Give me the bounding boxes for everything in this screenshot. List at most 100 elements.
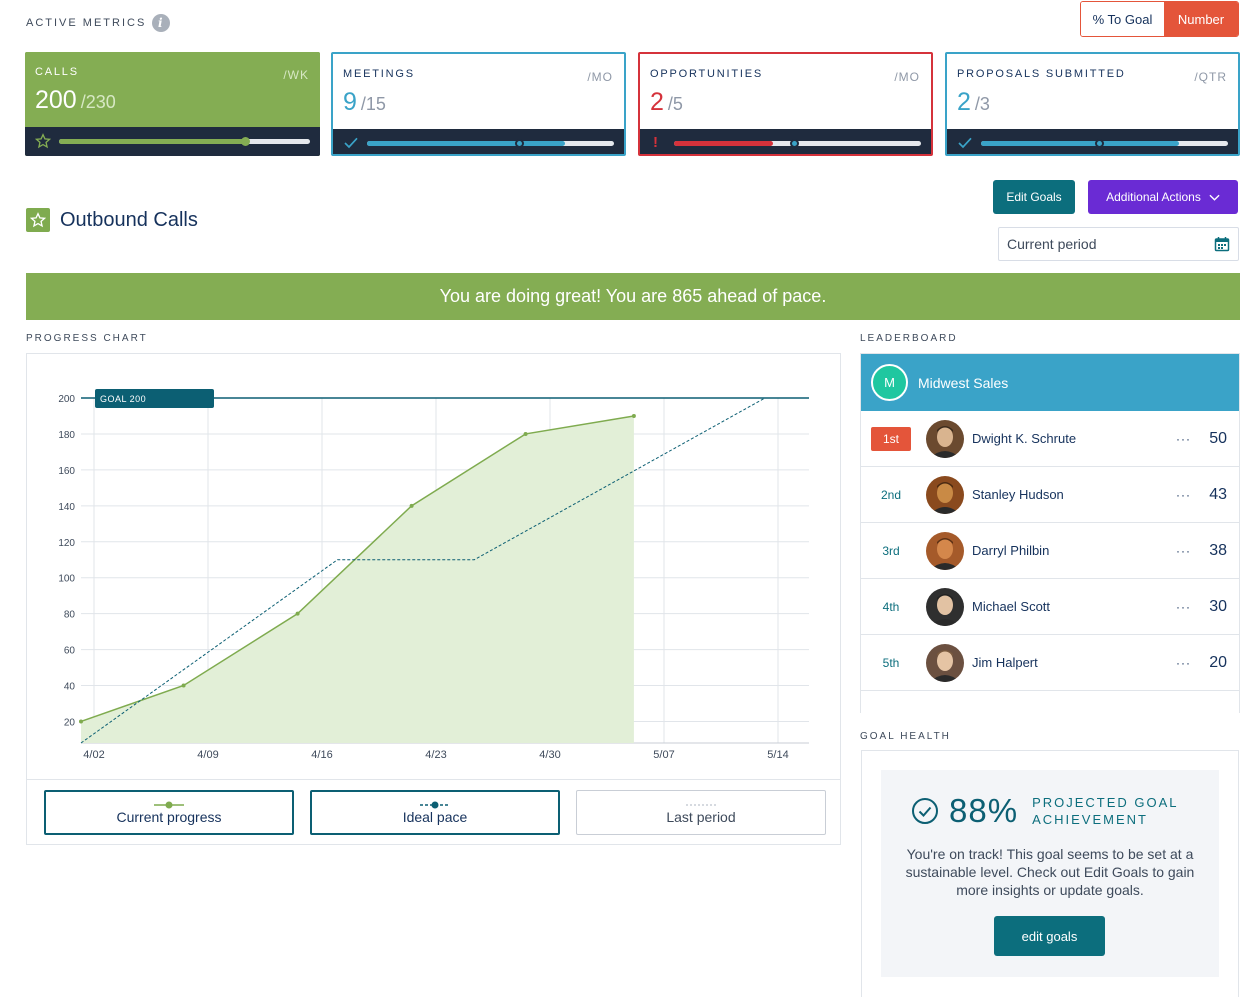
legend-current-progress[interactable]: Current progress [44, 790, 294, 835]
team-avatar: M [871, 364, 908, 401]
metric-unit: /WK [283, 68, 309, 82]
progress-fill [981, 141, 1179, 146]
metric-label: PROPOSALS SUBMITTED [957, 68, 1126, 80]
member-name[interactable]: Dwight K. Schrute [972, 431, 1176, 446]
leaderboard-label: LEADERBOARD [860, 333, 958, 344]
member-score: 30 [1209, 597, 1227, 615]
metric-goal: /3 [974, 94, 990, 114]
legend-solid-marker [154, 801, 184, 808]
legend-label: Last period [666, 808, 736, 825]
progress-knob [240, 137, 250, 146]
check-icon [344, 137, 358, 149]
leaderboard-row[interactable]: 1st Dwight K. Schrute ··· 50 [861, 411, 1239, 467]
member-name[interactable]: Stanley Hudson [972, 487, 1176, 502]
more-options-icon[interactable]: ··· [1176, 432, 1191, 446]
legend-dotted-marker [686, 803, 716, 806]
metric-card-opportunities[interactable]: OPPORTUNITIES /MO 2 /5 ! [638, 52, 933, 156]
rank-badge: 1st [871, 426, 911, 451]
progress-chart: 20 40 60 80 100 120 140 160 180 200 4/02 4/09 4/16 4/… [26, 353, 841, 845]
avatar [926, 531, 964, 570]
edit-goals-link-button[interactable]: edit goals [994, 916, 1105, 956]
rank-badge: 4th [882, 599, 900, 614]
alert-icon: ! [653, 134, 658, 151]
leaderboard-row[interactable]: 5th Jim Halpert ··· 20 [861, 635, 1239, 691]
member-score: 20 [1209, 653, 1227, 671]
caption-line-2: ACHIEVEMENT [1032, 812, 1148, 827]
projected-caption: PROJECTED GOAL ACHIEVEMENT [1032, 794, 1178, 828]
progress-area [81, 415, 634, 743]
display-mode-toggle: % To Goal Number [1080, 1, 1239, 37]
y-tick-label: 20 [64, 717, 76, 728]
y-tick-label: 120 [58, 538, 75, 549]
metric-label: MEETINGS [343, 68, 415, 80]
leaderboard-row[interactable]: 4th Michael Scott ··· 30 [861, 579, 1239, 635]
metric-progress-bar [333, 129, 624, 154]
y-tick-label: 40 [64, 682, 76, 693]
goal-tag-label: GOAL 200 [100, 394, 146, 404]
percent-to-goal-button[interactable]: % To Goal [1081, 2, 1164, 36]
leaderboard-row[interactable]: 3rd Darryl Philbin ··· 38 [861, 523, 1239, 579]
member-score: 43 [1209, 485, 1227, 503]
metric-goal: /230 [80, 92, 116, 112]
metric-value: 9 /15 [343, 88, 614, 117]
metric-card-proposals[interactable]: PROPOSALS SUBMITTED /QTR 2 /3 [945, 52, 1240, 156]
x-tick-label: 4/16 [311, 749, 332, 761]
more-options-icon[interactable]: ··· [1176, 656, 1191, 670]
progress-track [367, 139, 614, 148]
progress-chart-svg: 20 40 60 80 100 120 140 160 180 200 4/02 4/09 4/16 4/… [58, 389, 809, 761]
legend-ideal-pace[interactable]: Ideal pace [310, 790, 560, 835]
goal-health-card: 88% PROJECTED GOAL ACHIEVEMENT You're on… [881, 770, 1219, 977]
progress-knob [1094, 139, 1104, 148]
metric-card-top: PROPOSALS SUBMITTED /QTR 2 /3 [947, 54, 1238, 129]
pace-banner: You are doing great! You are 865 ahead o… [26, 273, 1240, 320]
check-circle-icon [912, 798, 938, 824]
leaderboard-team-header[interactable]: M Midwest Sales [861, 354, 1239, 411]
metric-card-meetings[interactable]: MEETINGS /MO 9 /15 [331, 52, 626, 156]
legend-label: Ideal pace [402, 808, 468, 825]
metric-card-calls[interactable]: CALLS /WK 200 /230 [25, 52, 320, 156]
progress-point [523, 431, 528, 436]
progress-track [674, 139, 921, 148]
page-title: Outbound Calls [60, 208, 198, 231]
number-button[interactable]: Number [1164, 2, 1238, 36]
x-tick-label: 4/02 [83, 749, 104, 761]
leaderboard-rows: 1st Dwight K. Schrute ··· 50 2nd Stanley Huds… [861, 411, 1239, 713]
leaderboard-row[interactable]: 2nd Stanley Hudson ··· 43 [861, 467, 1239, 523]
legend-divider [27, 779, 840, 780]
period-value: Current period [1007, 236, 1097, 252]
rank-badge: 5th [882, 655, 900, 670]
progress-track [981, 139, 1228, 148]
avatar [926, 643, 964, 682]
avatar [926, 419, 964, 458]
metric-current: 9 [343, 88, 357, 116]
info-icon[interactable]: i [152, 14, 171, 32]
y-tick-label: 60 [64, 646, 76, 657]
progress-knob [515, 139, 525, 148]
member-name[interactable]: Jim Halpert [972, 655, 1176, 670]
progress-point [181, 683, 186, 688]
progress-knob [790, 139, 800, 148]
additional-actions-label: Additional Actions [1106, 190, 1201, 204]
period-picker[interactable]: Current period [998, 227, 1239, 261]
more-options-icon[interactable]: ··· [1176, 544, 1191, 558]
section-title: Outbound Calls [26, 208, 198, 232]
x-tick-label: 4/23 [425, 749, 446, 761]
metric-progress-bar [25, 127, 320, 156]
y-tick-label: 160 [58, 466, 75, 477]
more-options-icon[interactable]: ··· [1176, 600, 1191, 614]
progress-point [79, 719, 83, 724]
goal-health-label: GOAL HEALTH [860, 731, 951, 742]
metric-unit: /MO [894, 70, 920, 84]
additional-actions-button[interactable]: Additional Actions [1088, 180, 1238, 214]
metric-unit: /QTR [1194, 70, 1227, 84]
progress-track [59, 137, 310, 146]
member-score: 38 [1209, 541, 1227, 559]
calendar-icon[interactable] [1214, 236, 1230, 252]
legend-last-period[interactable]: Last period [576, 790, 826, 835]
y-tick-label: 140 [58, 502, 75, 513]
member-name[interactable]: Michael Scott [972, 599, 1176, 614]
more-options-icon[interactable]: ··· [1176, 488, 1191, 502]
member-name[interactable]: Darryl Philbin [972, 543, 1176, 558]
edit-goals-button[interactable]: Edit Goals [993, 180, 1075, 214]
metric-label: CALLS [35, 66, 79, 78]
